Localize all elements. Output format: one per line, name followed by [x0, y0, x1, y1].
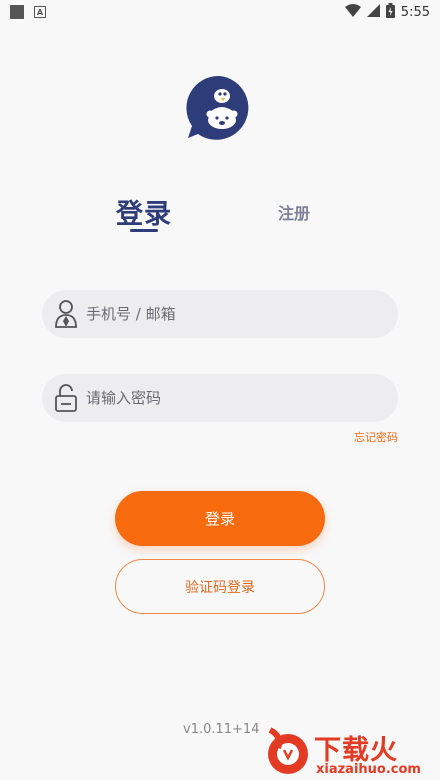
forgot-password-link[interactable]: 忘记密码: [354, 429, 398, 445]
tab-login[interactable]: 登录: [116, 192, 172, 231]
user-icon: [54, 299, 78, 329]
phone-email-input[interactable]: [86, 294, 366, 334]
wifi-icon: [344, 3, 361, 21]
password-input[interactable]: [86, 378, 366, 418]
app-notification-icon: A: [34, 6, 46, 18]
phone-email-field[interactable]: [42, 290, 398, 338]
watermark-domain: xiazaihuo.com: [316, 762, 421, 777]
status-bar: A 5:55: [0, 0, 440, 24]
battery-icon: [385, 2, 395, 22]
app-version: v1.0.11+14: [183, 722, 260, 737]
sms-login-button[interactable]: 验证码登录: [115, 559, 325, 614]
signal-icon: [366, 3, 380, 21]
notification-icon: [10, 5, 24, 19]
tab-active-indicator: [130, 229, 158, 232]
watermark-logo-icon: [268, 727, 308, 774]
password-field[interactable]: [42, 374, 398, 422]
app-logo: [186, 74, 254, 142]
watermark: 下载火 xiazaihuo.com: [262, 722, 440, 780]
login-button[interactable]: 登录: [115, 491, 325, 546]
tab-register[interactable]: 注册: [278, 200, 310, 224]
lock-icon: [54, 383, 78, 413]
status-time: 5:55: [400, 4, 430, 20]
